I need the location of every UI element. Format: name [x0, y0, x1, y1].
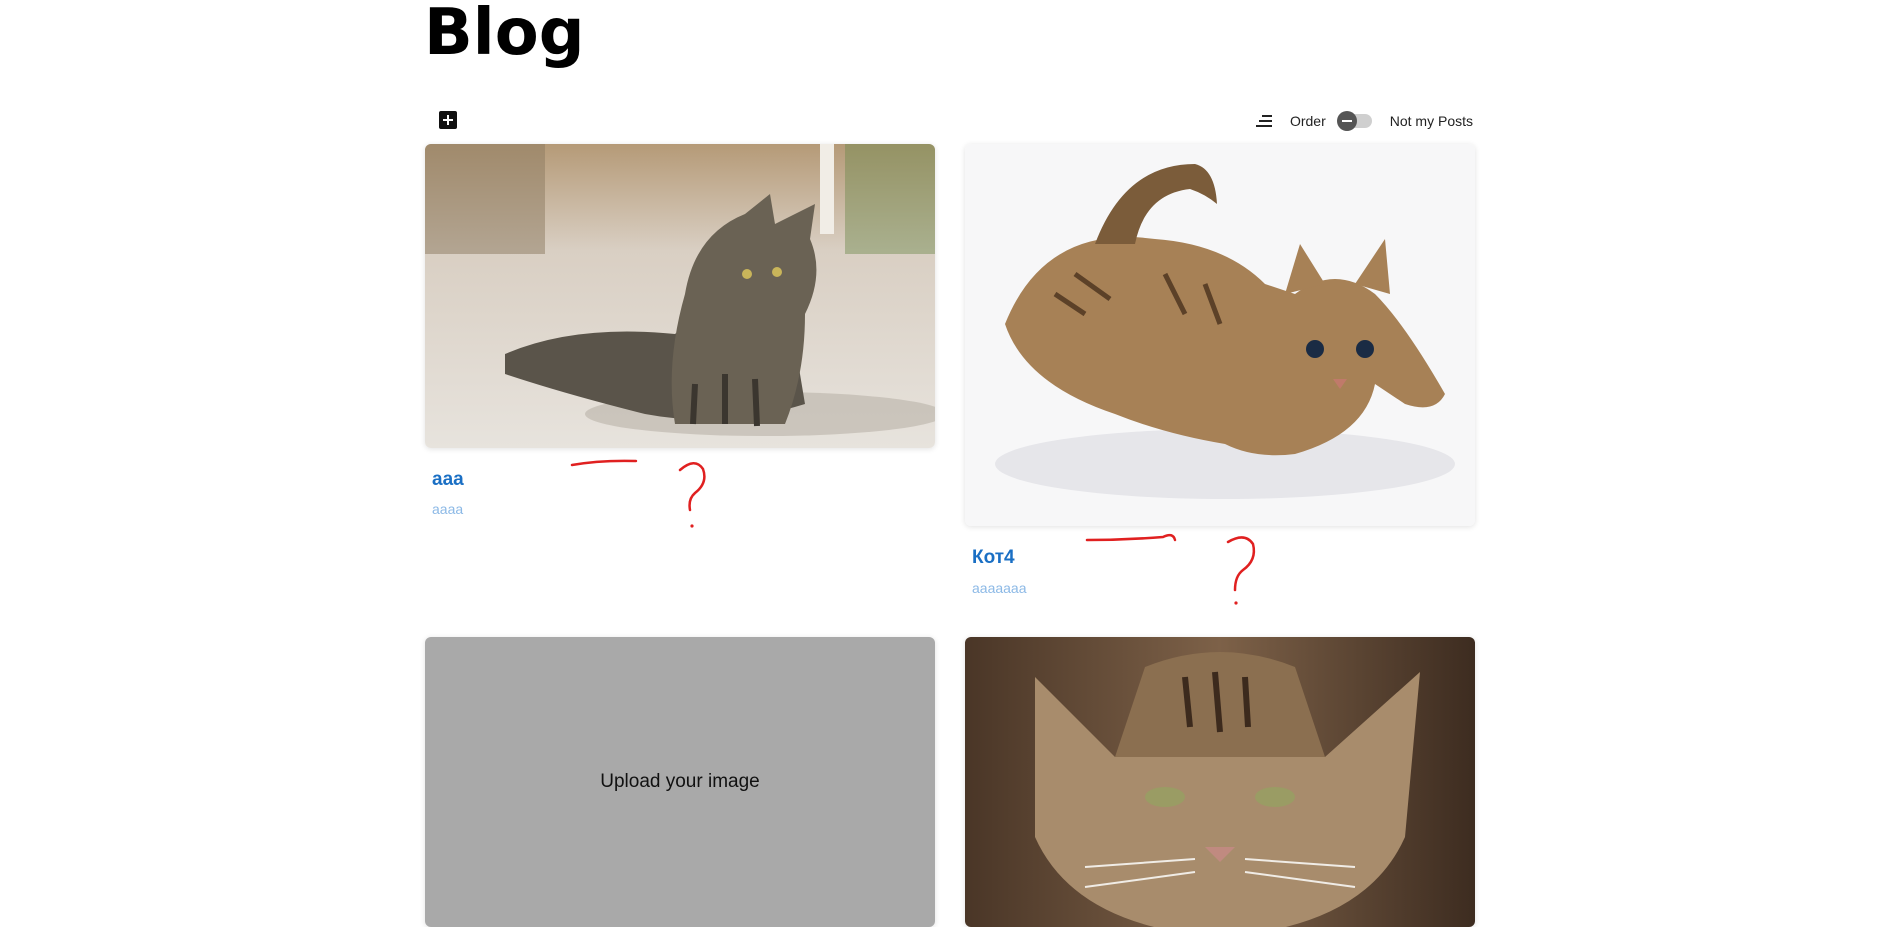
not-my-posts-label: Not my Posts — [1389, 113, 1473, 129]
toolbar-right: Order Not my Posts — [1255, 110, 1473, 132]
cat-photo-icon — [965, 637, 1475, 927]
post-card: aaa aaaa — [425, 144, 935, 524]
post-description: aaaa — [432, 501, 464, 517]
post-image-grumpy-cat-face[interactable] — [965, 637, 1475, 927]
post-title[interactable]: aaa — [432, 469, 464, 491]
post-title[interactable]: Кот4 — [972, 547, 1015, 569]
add-post-button[interactable] — [439, 111, 457, 129]
plus-icon — [443, 115, 453, 125]
page-title: Blog — [424, 0, 585, 70]
cat-photo-icon — [425, 144, 935, 448]
toggle-knob — [1336, 111, 1357, 131]
post-card: Кот4 aaaaaaa — [965, 144, 1475, 604]
post-description: aaaaaaa — [972, 580, 1027, 596]
post-card — [965, 637, 1475, 927]
upload-label: Upload your image — [600, 771, 760, 792]
post-image-tabby-kitten-crouching[interactable] — [965, 144, 1475, 526]
cat-photo-icon — [965, 144, 1475, 526]
order-label: Order — [1289, 113, 1326, 129]
sort-icon[interactable] — [1255, 113, 1274, 129]
post-image-tabby-cat-lying[interactable] — [425, 144, 935, 448]
upload-image-dropzone[interactable]: Upload your image — [425, 637, 935, 927]
not-my-posts-toggle[interactable] — [1336, 111, 1372, 131]
post-card: Upload your image — [425, 637, 935, 927]
